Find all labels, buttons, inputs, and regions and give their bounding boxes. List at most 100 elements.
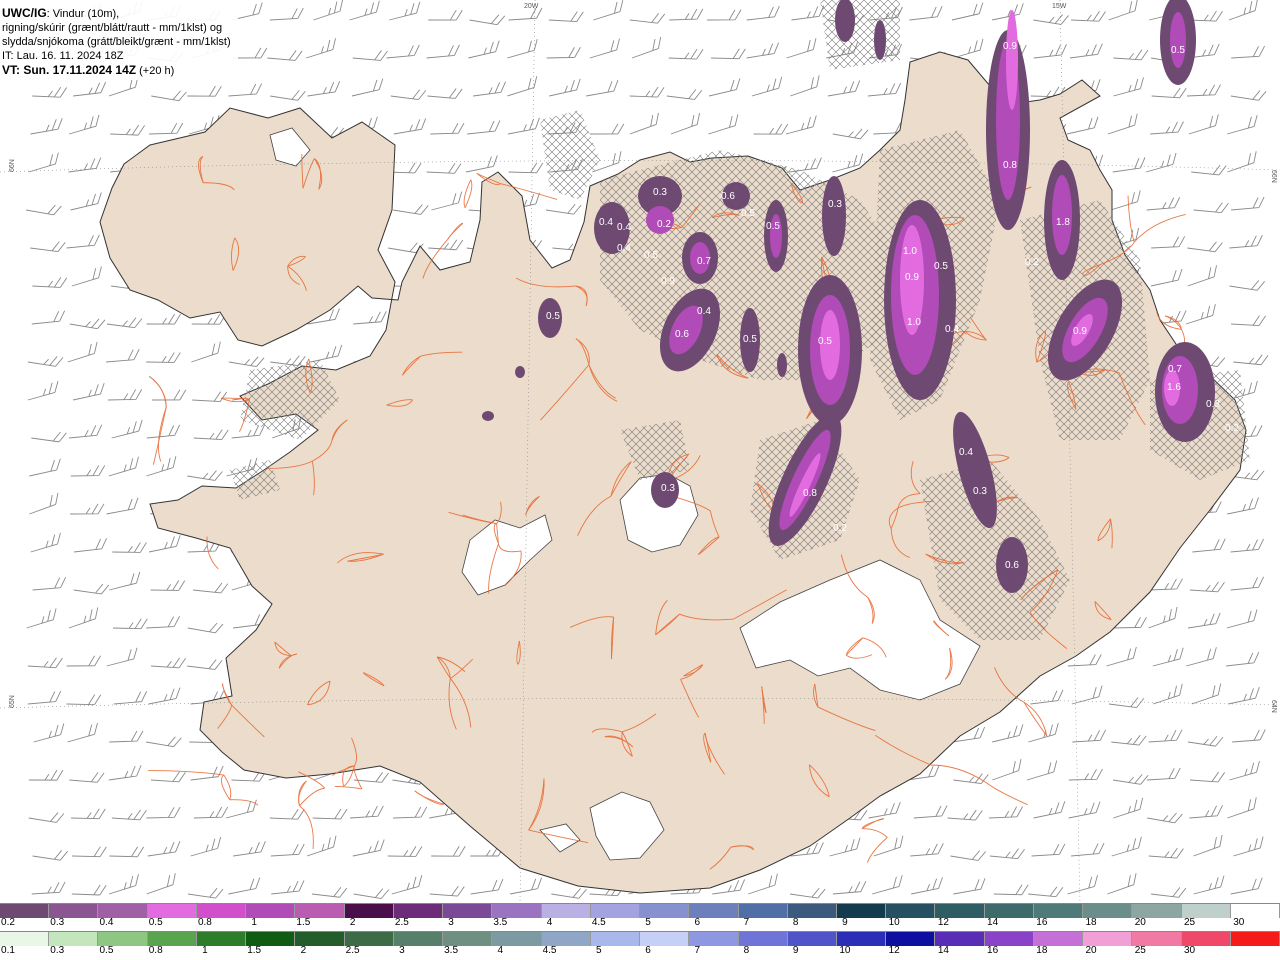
legend-swatch	[492, 904, 542, 918]
lat-label-right-64n: 64N	[1270, 700, 1277, 713]
legend-label: 6	[645, 945, 651, 956]
precip-label: 0.5	[743, 334, 757, 345]
precip-label: 1.6	[1167, 382, 1181, 393]
legend-label: 8	[792, 917, 799, 928]
legend-label: 4	[497, 945, 504, 956]
legend-label: 0.5	[148, 917, 163, 928]
legend-label: 10	[839, 945, 851, 956]
precip-label: 0.6	[1005, 560, 1019, 571]
legend-swatch	[295, 932, 345, 946]
legend-label: 0.3	[50, 917, 65, 928]
legend-label: 4.5	[542, 945, 557, 956]
legend-label: 0.8	[197, 917, 212, 928]
legend-swatch	[689, 904, 739, 918]
legend-swatch	[689, 932, 739, 946]
legend-label: 2	[349, 917, 356, 928]
legend-label: 3.5	[444, 945, 459, 956]
legend-swatch	[1181, 932, 1231, 946]
legend-swatch	[1132, 932, 1182, 946]
legend-label: 5	[645, 917, 651, 928]
legend-label: 0.1	[1, 945, 15, 956]
legend-swatch	[935, 904, 985, 918]
legend-swatch	[246, 932, 296, 946]
legend-swatch	[886, 904, 936, 918]
legend-label: 5	[595, 945, 602, 956]
legend-swatch	[541, 932, 591, 946]
legend-swatch	[196, 932, 247, 946]
precip-label: 0.2	[657, 219, 671, 230]
precip-label: 0.8	[1003, 160, 1017, 171]
legend-swatch	[787, 904, 837, 918]
weather-map: 20W 15W 66N 65N 66N 64N 0.9 0.5 0.3 0.6 …	[0, 0, 1280, 903]
legend-swatch	[0, 904, 50, 918]
legend-swatch	[787, 932, 837, 946]
precip-label: 0.4	[697, 306, 711, 317]
precip-label: 0.5	[818, 336, 832, 347]
legend-swatch	[1033, 932, 1084, 946]
legend-swatch	[738, 932, 788, 946]
legend-label: 9	[842, 917, 848, 928]
precip-label: 0.4	[617, 222, 631, 233]
legend-swatch	[344, 932, 394, 946]
legend-swatch	[1181, 904, 1231, 918]
legend-label: 6	[694, 917, 700, 928]
map-title-box: UWC/IG: Vindur (10m), rigning/skúrir (gr…	[0, 0, 238, 80]
precip-label: 0.9	[905, 272, 919, 283]
legend-swatch	[541, 904, 591, 918]
legend-label: 0.3	[50, 945, 65, 956]
legend-label: 0.8	[148, 945, 163, 956]
legend-swatch	[246, 904, 296, 918]
precip-label: 0.5	[1171, 45, 1185, 56]
legend-swatch	[1230, 904, 1280, 918]
precip-label: 0.6	[721, 191, 735, 202]
legend-label: 12	[888, 945, 900, 956]
legend-swatch	[295, 904, 345, 918]
legend-swatch	[393, 904, 444, 918]
precip-label: 0.5	[934, 261, 948, 272]
snow-legend-labels: 0.2 0.3 0.4 0.5 0.8 1 1.5 2 2.5 3 3.5 4 4.5 5 6 7 8 9 10 12…	[0, 917, 1280, 931]
precip-label: 0.8	[803, 488, 817, 499]
precip-label: 0.9	[1073, 326, 1087, 337]
legend-label: 1.5	[247, 945, 262, 956]
legend-swatch	[98, 932, 148, 946]
precip-label: 0.3	[973, 486, 987, 497]
precip-label: 0.5	[741, 208, 755, 219]
legend-label: 1.5	[296, 917, 311, 928]
init-time: IT: Lau. 16. 11. 2024 18Z	[2, 50, 124, 62]
legend-label: 4.5	[591, 917, 606, 928]
precip-label: 1.8	[1056, 217, 1070, 228]
legend-label: 4	[546, 917, 553, 928]
legend-swatch	[147, 904, 197, 918]
legend-swatch	[935, 932, 985, 946]
precip-label: 1.0	[903, 246, 917, 257]
precip-label: 0.4	[945, 324, 959, 335]
legend-label: 2	[300, 945, 307, 956]
legend-label: 9	[792, 945, 799, 956]
legend-label: 25	[1183, 917, 1196, 928]
legend-swatch	[590, 904, 641, 918]
legend-label: 30	[1183, 945, 1196, 956]
legend-label: 16	[987, 945, 999, 956]
legend-swatch	[836, 904, 887, 918]
valid-time: VT: Sun. 17.11.2024 14Z	[2, 63, 137, 77]
legend-label: 0.5	[99, 945, 114, 956]
legend-swatch	[1033, 904, 1084, 918]
legend-label: 18	[1085, 917, 1097, 928]
precip-label: 1.0	[907, 317, 921, 328]
precip-label: 0.3	[653, 187, 667, 198]
legend-swatch	[590, 932, 641, 946]
legend-label: 3	[448, 917, 454, 928]
legend-swatch	[640, 904, 690, 918]
legend-label: 0.4	[99, 917, 114, 928]
precip-label: 0.5	[546, 311, 560, 322]
legend-swatch	[98, 904, 148, 918]
precip-label: 0.6	[675, 329, 689, 340]
legend-swatch	[886, 932, 936, 946]
precip-label: 0.2	[1225, 423, 1239, 434]
title-line-2: rigning/skúrir (grænt/blátt/rautt - mm/1…	[2, 22, 223, 34]
precip-label: 0.9	[1003, 41, 1017, 52]
legend-label: 8	[743, 945, 750, 956]
legend-label: 1	[251, 917, 257, 928]
legend-swatch	[640, 932, 690, 946]
precip-label: 0.7	[697, 256, 711, 267]
